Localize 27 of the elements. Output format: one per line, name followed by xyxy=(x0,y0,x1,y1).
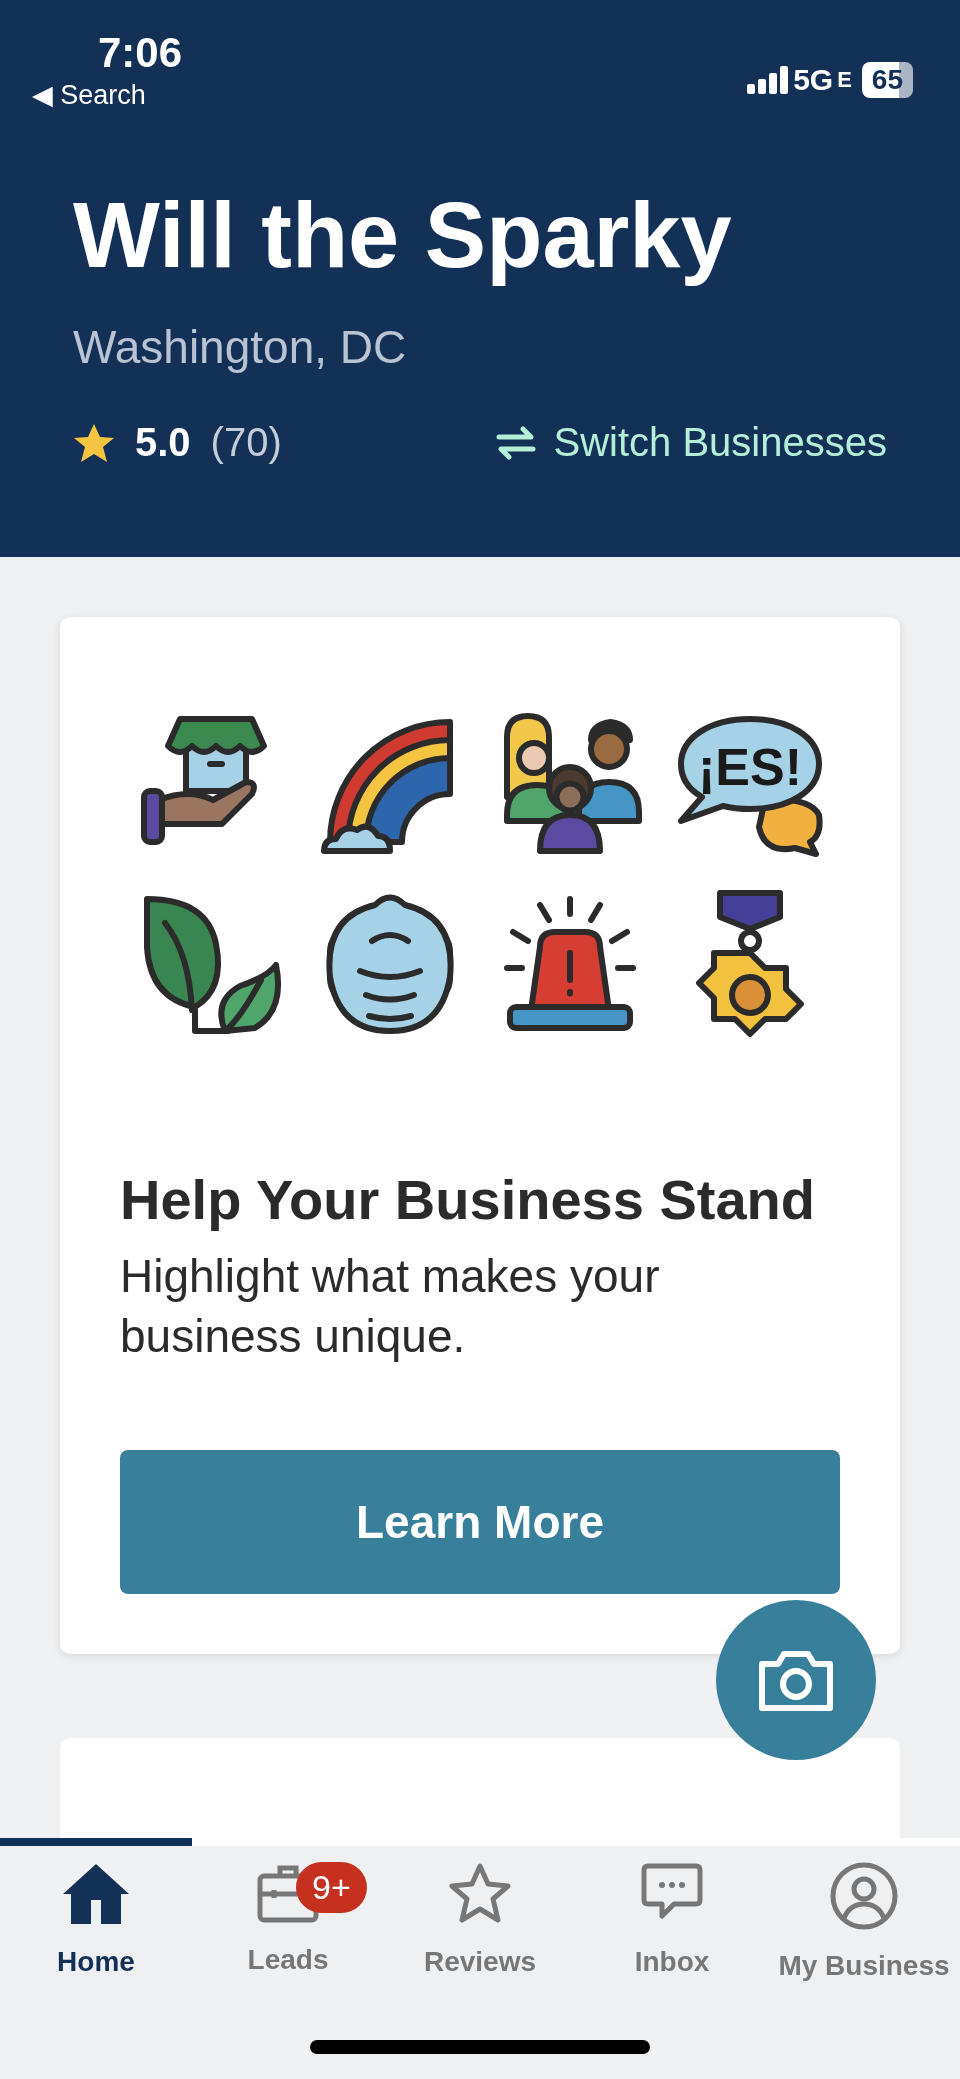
network-label: 5G xyxy=(793,63,834,97)
review-count: (70) xyxy=(210,420,282,465)
promo-heading: Help Your Business Stand xyxy=(120,1167,816,1232)
network-suffix: E xyxy=(837,67,852,93)
tab[interactable]: Inbox xyxy=(576,1862,768,1982)
tab[interactable]: Reviews xyxy=(384,1862,576,1982)
tab[interactable]: My Business xyxy=(768,1862,960,1982)
camera-icon xyxy=(756,1648,836,1712)
rating-value: 5.0 xyxy=(135,420,191,465)
business-location: Washington, DC xyxy=(73,320,408,374)
star-icon xyxy=(73,422,115,463)
switch-businesses-link[interactable]: Switch Businesses xyxy=(553,420,887,465)
learn-more-button[interactable]: Learn More xyxy=(120,1450,840,1594)
bubble-label: ¡ES! xyxy=(698,737,802,797)
business-name: Will the Sparky xyxy=(73,183,733,288)
signal-icon xyxy=(747,66,790,94)
battery-level: 65 xyxy=(861,62,913,98)
tab[interactable]: Home xyxy=(0,1862,192,1982)
count-badge: 9+ xyxy=(296,1862,367,1913)
swap-arrows-icon xyxy=(495,425,536,460)
home-icon xyxy=(61,1862,131,1926)
back-link[interactable]: ◀ Search xyxy=(32,78,146,112)
star-icon xyxy=(447,1862,513,1926)
status-time: 7:06 xyxy=(98,28,183,78)
tab[interactable]: Leads 9+ xyxy=(192,1862,384,1982)
promo-body: Highlight what makes your business unique. xyxy=(120,1249,661,1364)
profile-icon xyxy=(830,1862,898,1930)
